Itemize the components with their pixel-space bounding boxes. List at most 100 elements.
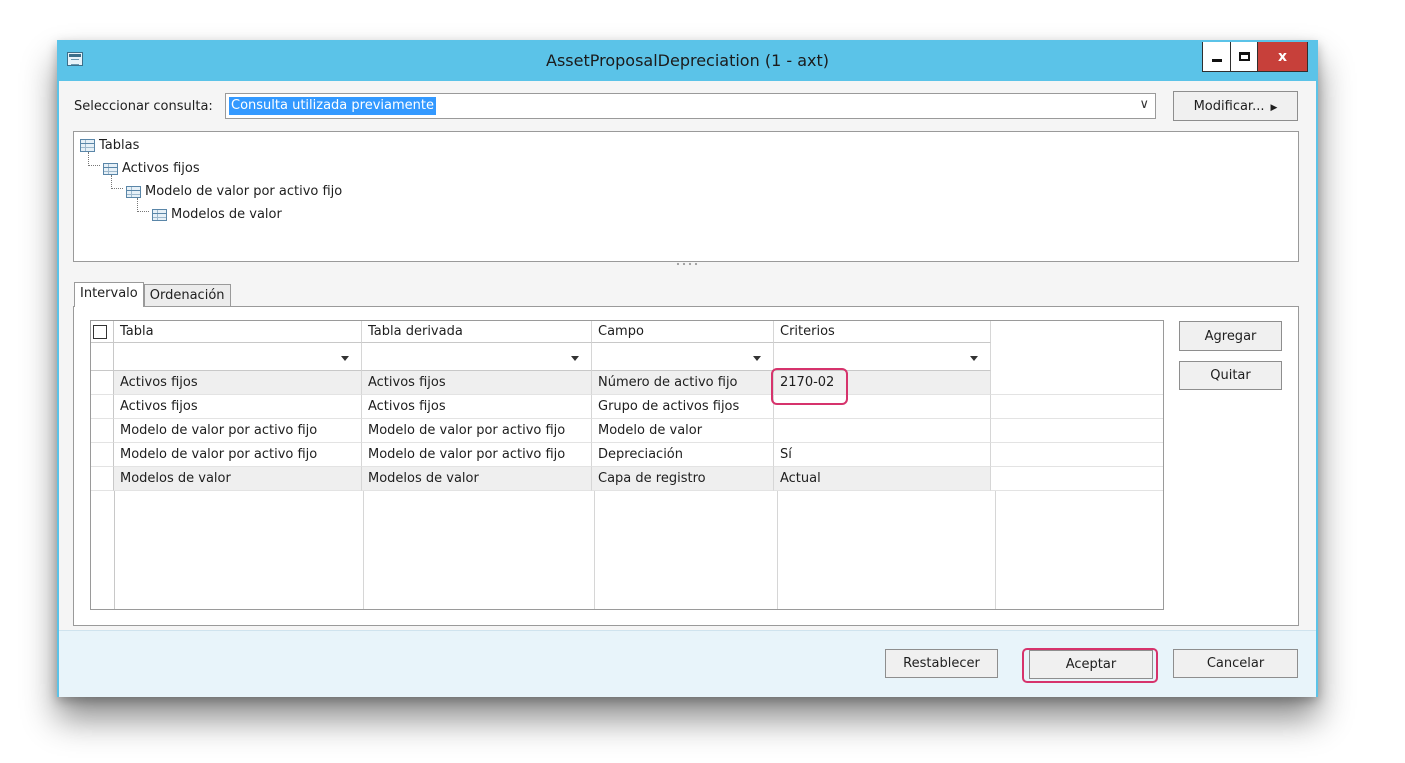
triangle-right-icon: ▶ (1270, 102, 1278, 113)
table-row[interactable]: Activos fijos Activos fijos Número de ac… (91, 371, 1163, 395)
grid-header-row: Tabla Tabla derivada Campo Criterios (91, 321, 991, 343)
tab-strip: Intervalo Ordenación (74, 282, 231, 307)
cell-criterios[interactable]: Sí (774, 443, 991, 467)
minimize-button[interactable] (1202, 42, 1230, 72)
query-select-value: Consulta utilizada previamente (229, 97, 436, 115)
cancel-button[interactable]: Cancelar (1173, 649, 1298, 678)
range-grid: Tabla Tabla derivada Campo Criterios Act… (90, 320, 1164, 610)
cell-tabla[interactable]: Modelo de valor por activo fijo (114, 419, 362, 443)
column-header-campo[interactable]: Campo (592, 321, 774, 343)
cell-tabla-derivada[interactable]: Activos fijos (362, 395, 592, 419)
cell-campo[interactable]: Depreciación (592, 443, 774, 467)
tree-node-label: Activos fijos (122, 161, 200, 176)
table-row[interactable]: Modelo de valor por activo fijo Modelo d… (91, 443, 1163, 467)
minimize-icon (1211, 59, 1222, 62)
caret-down-icon (341, 356, 349, 361)
cell-empty (991, 395, 1163, 419)
tree-node-root[interactable]: Tablas (80, 138, 139, 153)
table-icon (103, 162, 118, 175)
filter-dropdown-tabla-derivada[interactable] (362, 343, 592, 371)
tree-connector (88, 152, 100, 166)
column-header-criterios[interactable]: Criterios (774, 321, 991, 343)
grid-column-line (364, 491, 595, 609)
tables-tree: Tablas Activos fijos Modelo de valor por… (73, 131, 1299, 262)
cell-criterios[interactable]: Actual (774, 467, 991, 491)
filter-dropdown-tabla[interactable] (114, 343, 362, 371)
grid-filter-row (91, 343, 991, 371)
table-row[interactable]: Modelo de valor por activo fijo Modelo d… (91, 419, 1163, 443)
cell-empty (991, 371, 1163, 395)
tree-node-modelo-valor-activo[interactable]: Modelo de valor por activo fijo (126, 184, 342, 199)
cell-criterios[interactable]: 2170-02 (774, 371, 991, 395)
table-row[interactable]: Modelos de valor Modelos de valor Capa d… (91, 467, 1163, 491)
filter-dropdown-campo[interactable] (592, 343, 774, 371)
row-indicator (91, 467, 114, 491)
row-indicator (91, 371, 114, 395)
grid-column-line (595, 491, 778, 609)
window-controls: x (1202, 42, 1308, 72)
select-all-cell (91, 321, 114, 343)
tab-ordenacion[interactable]: Ordenación (143, 284, 231, 306)
caret-down-icon (970, 356, 978, 361)
reset-button[interactable]: Restablecer (885, 649, 998, 678)
cell-tabla[interactable]: Activos fijos (114, 395, 362, 419)
cell-tabla-derivada[interactable]: Activos fijos (362, 371, 592, 395)
tree-connector (111, 175, 123, 189)
cell-campo[interactable]: Número de activo fijo (592, 371, 774, 395)
cell-tabla-derivada[interactable]: Modelo de valor por activo fijo (362, 443, 592, 467)
caret-down-icon (753, 356, 761, 361)
filter-dropdown-criterios[interactable] (774, 343, 991, 371)
tables-icon (80, 139, 95, 152)
cell-criterios[interactable] (774, 395, 991, 419)
cell-criterios[interactable] (774, 419, 991, 443)
table-row[interactable]: Activos fijos Activos fijos Grupo de act… (91, 395, 1163, 419)
row-indicator (91, 443, 114, 467)
caret-down-icon (571, 356, 579, 361)
column-header-tabla[interactable]: Tabla (114, 321, 362, 343)
cell-tabla-derivada[interactable]: Modelo de valor por activo fijo (362, 419, 592, 443)
tree-connector (137, 198, 149, 212)
remove-button[interactable]: Quitar (1179, 361, 1282, 390)
column-header-tabla-derivada[interactable]: Tabla derivada (362, 321, 592, 343)
tree-node-label: Modelos de valor (171, 207, 282, 222)
grid-column-line (115, 491, 364, 609)
cell-tabla[interactable]: Modelos de valor (114, 467, 362, 491)
grid-body: Activos fijos Activos fijos Número de ac… (91, 371, 1163, 491)
grid-column-line (778, 491, 996, 609)
cell-tabla[interactable]: Activos fijos (114, 371, 362, 395)
chevron-down-icon[interactable]: ∨ (1139, 97, 1149, 112)
row-indicator (91, 395, 114, 419)
table-icon (152, 208, 167, 221)
cell-campo[interactable]: Grupo de activos fijos (592, 395, 774, 419)
query-select[interactable]: Consulta utilizada previamente ∨ (225, 93, 1156, 119)
modify-button[interactable]: Modificar... ▶ (1173, 91, 1298, 121)
maximize-icon (1238, 52, 1250, 61)
tab-intervalo[interactable]: Intervalo (74, 282, 144, 307)
table-icon (126, 185, 141, 198)
close-icon: x (1277, 48, 1288, 65)
grid-empty-area (91, 491, 996, 609)
grid-column-line (91, 491, 115, 609)
tree-node-activos-fijos[interactable]: Activos fijos (103, 161, 200, 176)
cell-campo[interactable]: Modelo de valor (592, 419, 774, 443)
tree-node-label: Tablas (99, 138, 140, 153)
select-all-checkbox[interactable] (93, 325, 107, 339)
modify-button-label: Modificar... (1193, 98, 1265, 114)
close-button[interactable]: x (1258, 42, 1308, 72)
row-indicator (91, 419, 114, 443)
select-query-label: Seleccionar consulta: (74, 99, 213, 114)
cell-empty (991, 443, 1163, 467)
cell-tabla[interactable]: Modelo de valor por activo fijo (114, 443, 362, 467)
tree-node-modelos-valor[interactable]: Modelos de valor (152, 207, 282, 222)
query-dialog-window: AssetProposalDepreciation (1 - axt) x Se… (57, 40, 1318, 697)
tree-node-label: Modelo de valor por activo fijo (145, 184, 343, 199)
accept-button[interactable]: Aceptar (1029, 650, 1153, 679)
cell-empty (991, 419, 1163, 443)
title-bar[interactable]: AssetProposalDepreciation (1 - axt) x (59, 42, 1316, 81)
cell-campo[interactable]: Capa de registro (592, 467, 774, 491)
cell-tabla-derivada[interactable]: Modelos de valor (362, 467, 592, 491)
window-title: AssetProposalDepreciation (1 - axt) (546, 51, 829, 70)
panel-splitter[interactable] (675, 262, 699, 266)
maximize-button[interactable] (1230, 42, 1258, 72)
add-button[interactable]: Agregar (1179, 321, 1282, 351)
